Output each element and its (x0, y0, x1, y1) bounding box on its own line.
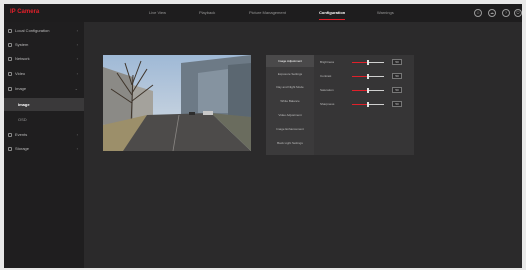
image-settings-tabs: Image Adjustment Exposure Settings Day a… (266, 55, 314, 155)
tab-back-light-settings[interactable]: Back Light Settings (266, 137, 314, 149)
nav-live-view[interactable]: Live View (149, 10, 166, 20)
chevron-right-icon: › (76, 42, 78, 47)
sidebar-item-label: Events (15, 132, 28, 137)
saturation-row: Saturation 50 (314, 86, 414, 96)
sharpness-value[interactable]: 50 (392, 101, 402, 107)
saturation-label: Saturation (320, 88, 334, 92)
chevron-down-icon: ⌄ (74, 86, 78, 91)
sidebar: Local Configuration › System › Network ›… (4, 22, 84, 268)
monitor-icon (8, 28, 12, 33)
storage-icon (8, 146, 12, 151)
sidebar-item-storage[interactable]: Storage › (4, 142, 84, 155)
nav-configuration[interactable]: Configuration (319, 10, 346, 20)
sidebar-item-label: Network (15, 56, 30, 61)
sharpness-slider-handle[interactable] (367, 102, 369, 107)
sidebar-item-label: System (15, 42, 29, 47)
power-icon[interactable]: ⏻ (514, 9, 522, 17)
tab-exposure-settings[interactable]: Exposure Settings (266, 68, 314, 80)
video-icon (8, 71, 12, 76)
chevron-right-icon: › (76, 132, 78, 137)
tab-white-balance[interactable]: White Balance (266, 95, 314, 107)
sharpness-label: Sharpness (320, 102, 335, 106)
chevron-right-icon: › (76, 56, 78, 61)
sidebar-item-label: Video (15, 71, 26, 76)
image-adjustment-panel: Brightness 50 Contrast 50 Saturation 50 … (314, 55, 414, 155)
sidebar-item-network[interactable]: Network › (4, 52, 84, 65)
tab-image-enhancement[interactable]: Image Enhancement (266, 123, 314, 135)
network-icon (8, 56, 12, 61)
brand-logo: IP Camera (10, 9, 40, 15)
tab-day-night-mode[interactable]: Day and Night Mode (266, 81, 314, 93)
help-icon[interactable]: ? (502, 9, 510, 17)
cloud-icon[interactable]: ☁ (488, 9, 496, 17)
sidebar-item-label: Image (15, 86, 27, 91)
nav-warnings[interactable]: Warnings (377, 10, 394, 20)
image-icon (8, 86, 12, 91)
tab-video-adjustment[interactable]: Video Adjustment (266, 109, 314, 121)
saturation-slider-handle[interactable] (367, 88, 369, 93)
brightness-slider[interactable] (352, 60, 384, 65)
brightness-slider-handle[interactable] (367, 60, 369, 65)
sharpness-slider-fill (352, 104, 368, 105)
chevron-right-icon: › (76, 71, 78, 76)
contrast-slider-fill (352, 76, 368, 77)
top-bar: IP Camera Live View Playback Picture Man… (4, 4, 522, 22)
saturation-slider[interactable] (352, 88, 384, 93)
sharpness-row: Sharpness 50 (314, 100, 414, 110)
user-icon[interactable]: ☺ (474, 9, 482, 17)
sidebar-subitem-osd[interactable]: OSD (4, 113, 84, 126)
contrast-slider[interactable] (352, 74, 384, 79)
sidebar-item-local-configuration[interactable]: Local Configuration › (4, 24, 84, 37)
saturation-value[interactable]: 50 (392, 87, 402, 93)
camera-preview (103, 55, 251, 151)
brightness-value[interactable]: 50 (392, 59, 402, 65)
content-area: Image Adjustment Exposure Settings Day a… (84, 22, 522, 268)
sidebar-item-image[interactable]: Image ⌄ (4, 82, 84, 95)
chevron-right-icon: › (76, 28, 78, 33)
sidebar-item-video[interactable]: Video › (4, 67, 84, 80)
saturation-slider-fill (352, 90, 368, 91)
sidebar-subitem-image[interactable]: Image (4, 98, 84, 111)
brightness-slider-fill (352, 62, 368, 63)
sidebar-item-system[interactable]: System › (4, 38, 84, 51)
nav-playback[interactable]: Playback (199, 10, 215, 20)
app-window: IP Camera Live View Playback Picture Man… (4, 4, 522, 268)
brightness-row: Brightness 50 (314, 58, 414, 68)
nav-picture-management[interactable]: Picture Management (249, 10, 286, 20)
contrast-row: Contrast 50 (314, 72, 414, 82)
sharpness-slider[interactable] (352, 102, 384, 107)
camera-preview-image (103, 55, 251, 151)
contrast-value[interactable]: 50 (392, 73, 402, 79)
tab-image-adjustment[interactable]: Image Adjustment (266, 55, 314, 67)
contrast-slider-handle[interactable] (367, 74, 369, 79)
sidebar-item-events[interactable]: Events › (4, 128, 84, 141)
chevron-right-icon: › (76, 146, 78, 151)
sidebar-item-label: Storage (15, 146, 30, 151)
system-icon (8, 42, 12, 47)
events-icon (8, 132, 12, 137)
brightness-label: Brightness (320, 60, 335, 64)
contrast-label: Contrast (320, 74, 332, 78)
sidebar-item-label: Local Configuration (15, 28, 50, 33)
